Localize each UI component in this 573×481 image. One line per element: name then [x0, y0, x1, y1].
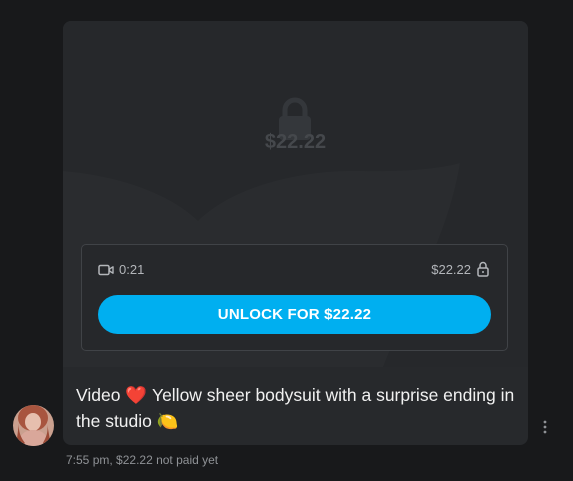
previous-message-fragment — [338, 0, 344, 2]
unlock-panel: 0:21 $22.22 UNLOCK FOR $22.22 — [81, 244, 508, 351]
media-price: $22.22 — [431, 262, 471, 277]
video-camera-icon — [98, 264, 114, 276]
more-vertical-icon[interactable] — [541, 419, 549, 435]
locked-media-preview[interactable]: $22.22 0:21 $22.22 UNLOCK FOR $22.22 — [63, 21, 528, 367]
payment-status: $22.22 not paid yet — [116, 453, 219, 467]
heart-emoji: ❤️ — [125, 385, 148, 405]
lock-icon — [477, 261, 489, 277]
media-info-row: 0:21 $22.22 — [82, 261, 509, 281]
media-duration: 0:21 — [119, 262, 145, 277]
caption-prefix: Video — [76, 385, 121, 405]
message-bubble: $22.22 0:21 $22.22 UNLOCK FOR $22.22 Vid… — [63, 21, 528, 445]
avatar-image — [13, 405, 54, 446]
locked-price-overlay: $22.22 — [264, 131, 327, 153]
message-meta: 7:55 pm, $22.22 not paid yet — [66, 453, 218, 467]
unlock-button[interactable]: UNLOCK FOR $22.22 — [98, 295, 491, 334]
message-time: 7:55 pm, — [66, 453, 113, 467]
message-caption: Video ❤️ Yellow sheer bodysuit with a su… — [76, 382, 521, 434]
sender-avatar[interactable] — [13, 405, 54, 446]
lemon-emoji: 🍋 — [156, 411, 179, 431]
